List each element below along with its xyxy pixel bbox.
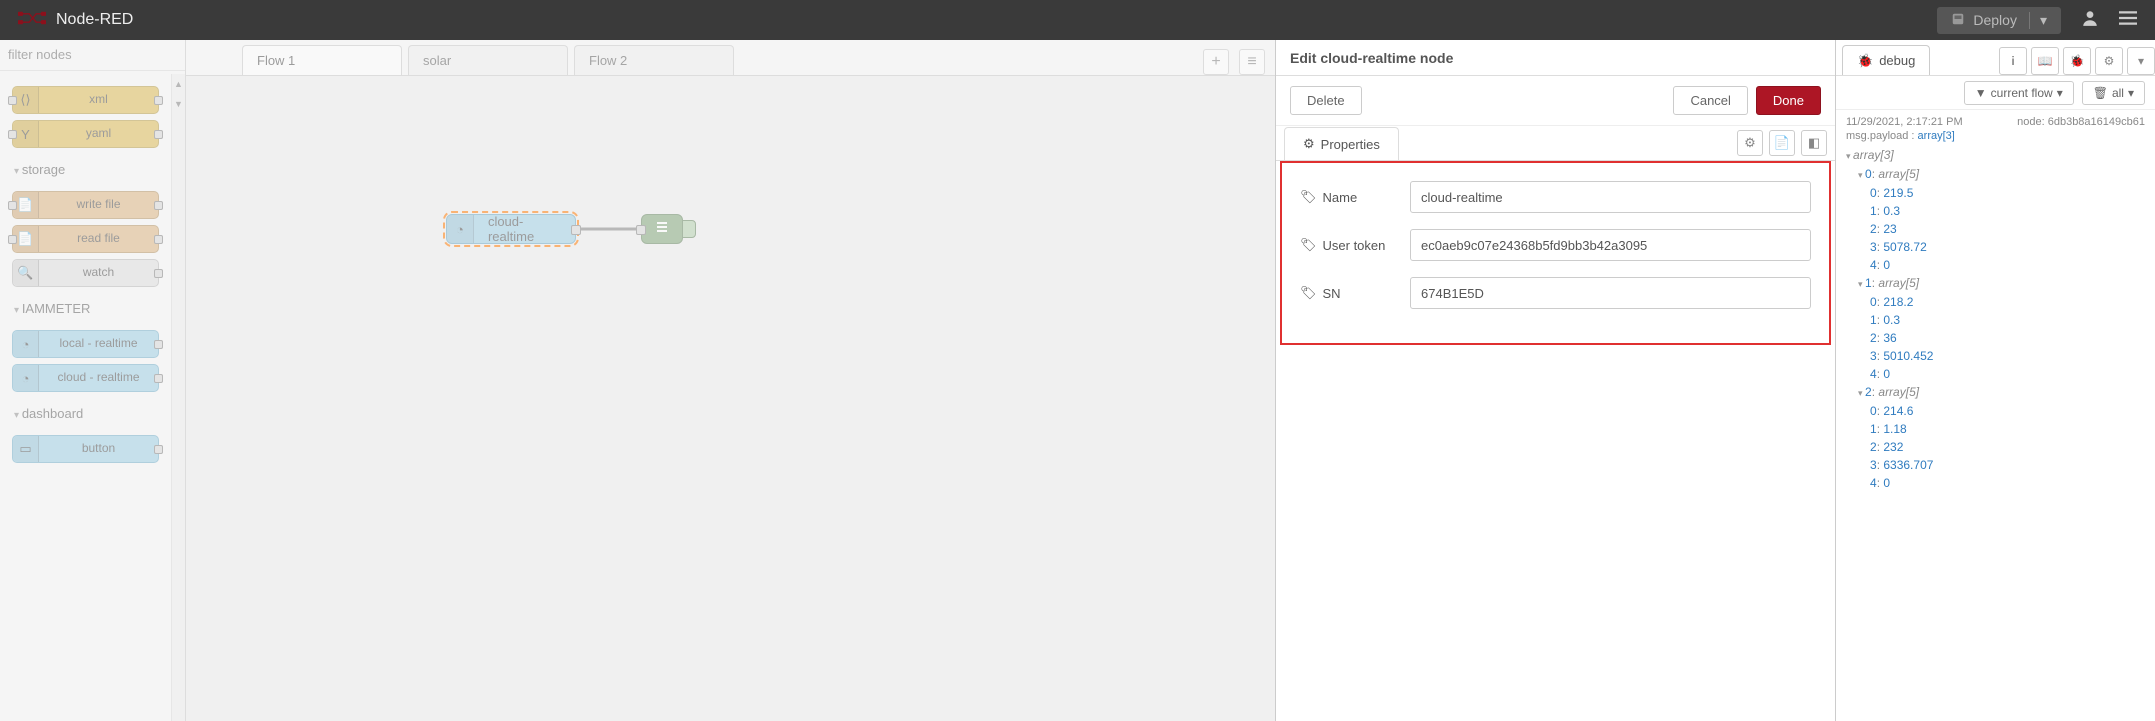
palette-scrollbar[interactable]: ▲ ▼: [171, 74, 185, 721]
palette-node-xml[interactable]: ⟨⟩ xml: [12, 86, 159, 114]
palette-node-yaml[interactable]: Y yaml: [12, 120, 159, 148]
palette-node-local-realtime[interactable]: ◔ local - realtime: [12, 330, 159, 358]
tray-tab-properties[interactable]: ⚙ Properties: [1284, 127, 1399, 160]
sidebar-debug-icon[interactable]: 🐞: [2063, 47, 2091, 75]
edit-tray: Edit cloud-realtime node Delete Cancel D…: [1275, 40, 1835, 721]
workspace: Flow 1 solar Flow 2 + ≡ ◔ cloud-realtime: [186, 40, 1275, 721]
tag-icon: 🏷: [1300, 285, 1317, 301]
app-title: Node-RED: [56, 11, 133, 29]
tag-icon: 🏷: [1300, 237, 1317, 253]
node-input-port[interactable]: [636, 225, 646, 235]
nodered-logo-icon: [18, 9, 46, 32]
scroll-down-icon[interactable]: ▼: [172, 94, 185, 114]
name-input[interactable]: [1410, 181, 1811, 213]
sn-input[interactable]: [1410, 277, 1811, 309]
sidebar-config-icon[interactable]: ⚙: [2095, 47, 2123, 75]
gauge-icon: ◔: [13, 331, 39, 357]
app-header: Node-RED Deploy ▾: [0, 0, 2155, 40]
scroll-up-icon[interactable]: ▲: [172, 74, 185, 94]
search-icon: 🔍: [13, 260, 39, 286]
chevron-down-icon: ▾: [2057, 86, 2063, 100]
gauge-icon: ◔: [447, 215, 474, 243]
sidebar-help-icon[interactable]: 📖: [2031, 47, 2059, 75]
add-tab-button[interactable]: +: [1203, 49, 1229, 75]
palette-node-watch[interactable]: 🔍 watch: [12, 259, 159, 287]
flow-node-debug[interactable]: [641, 214, 683, 244]
chevron-down-icon: ▾: [2128, 86, 2134, 100]
palette: ⟨⟩ xml Y yaml storage 📄 write file 📄 rea…: [0, 40, 186, 721]
done-button[interactable]: Done: [1756, 86, 1821, 115]
tray-appearance-icon[interactable]: ◧: [1801, 130, 1827, 156]
flow-node-cloud-realtime[interactable]: ◔ cloud-realtime: [446, 214, 576, 244]
debug-output[interactable]: 11/29/2021, 2:17:21 PM node: 6db3b8a1614…: [1836, 110, 2155, 721]
sidebar-tab-debug[interactable]: 🐞 debug: [1842, 45, 1930, 75]
debug-node-id: node: 6db3b8a16149cb61: [2017, 116, 2145, 128]
field-label-name: 🏷Name: [1300, 189, 1410, 205]
gear-icon: ⚙: [1303, 136, 1315, 152]
deploy-icon: [1951, 12, 1965, 29]
debug-timestamp: 11/29/2021, 2:17:21 PM: [1846, 116, 1963, 128]
filter-icon: ▼: [1975, 86, 1987, 100]
sidebar: 🐞 debug i 📖 🐞 ⚙ ▾ ▼ current flow ▾ 🗑 all…: [1835, 40, 2155, 721]
gauge-icon: ◔: [13, 365, 39, 391]
debug-clear-button[interactable]: 🗑 all ▾: [2082, 81, 2145, 105]
palette-category-dashboard[interactable]: dashboard: [10, 398, 165, 429]
delete-button[interactable]: Delete: [1290, 86, 1362, 115]
sidebar-menu-icon[interactable]: ▾: [2127, 47, 2155, 75]
debug-filter-button[interactable]: ▼ current flow ▾: [1964, 81, 2074, 105]
field-label-sn: 🏷SN: [1300, 285, 1410, 301]
node-output-port[interactable]: [571, 225, 581, 235]
palette-filter-input[interactable]: [8, 47, 177, 62]
tab-flow2[interactable]: Flow 2: [574, 45, 734, 75]
properties-form: 🏷Name 🏷User token 🏷SN: [1280, 161, 1831, 345]
palette-category-storage[interactable]: storage: [10, 154, 165, 185]
tab-menu-button[interactable]: ≡: [1239, 49, 1265, 75]
tab-solar[interactable]: solar: [408, 45, 568, 75]
debug-icon: [654, 219, 670, 240]
deploy-button[interactable]: Deploy ▾: [1937, 7, 2061, 34]
trash-icon: 🗑: [2093, 86, 2108, 100]
palette-category-iammeter[interactable]: IAMMETER: [10, 293, 165, 324]
app-logo: Node-RED: [18, 9, 133, 32]
palette-node-write-file[interactable]: 📄 write file: [12, 191, 159, 219]
tray-settings-icon[interactable]: ⚙: [1737, 130, 1763, 156]
chevron-down-icon[interactable]: ▾: [2029, 12, 2047, 29]
token-input[interactable]: [1410, 229, 1811, 261]
palette-node-button[interactable]: ▭ button: [12, 435, 159, 463]
sidebar-info-icon[interactable]: i: [1999, 47, 2027, 75]
flow-tabbar: Flow 1 solar Flow 2 + ≡: [186, 40, 1275, 76]
palette-node-read-file[interactable]: 📄 read file: [12, 225, 159, 253]
tray-description-icon[interactable]: 📄: [1769, 130, 1795, 156]
debug-toggle[interactable]: [682, 220, 696, 238]
cancel-button[interactable]: Cancel: [1673, 86, 1747, 115]
menu-icon[interactable]: [2119, 9, 2137, 32]
tag-icon: 🏷: [1300, 189, 1317, 205]
field-label-token: 🏷User token: [1300, 237, 1410, 253]
palette-node-cloud-realtime[interactable]: ◔ cloud - realtime: [12, 364, 159, 392]
tray-title: Edit cloud-realtime node: [1276, 40, 1835, 76]
user-icon[interactable]: [2081, 9, 2099, 32]
tab-flow1[interactable]: Flow 1: [242, 45, 402, 75]
wire: [186, 76, 1086, 476]
button-icon: ▭: [13, 436, 39, 462]
bug-icon: 🐞: [1857, 53, 1873, 69]
flow-canvas[interactable]: ◔ cloud-realtime: [186, 76, 1275, 721]
